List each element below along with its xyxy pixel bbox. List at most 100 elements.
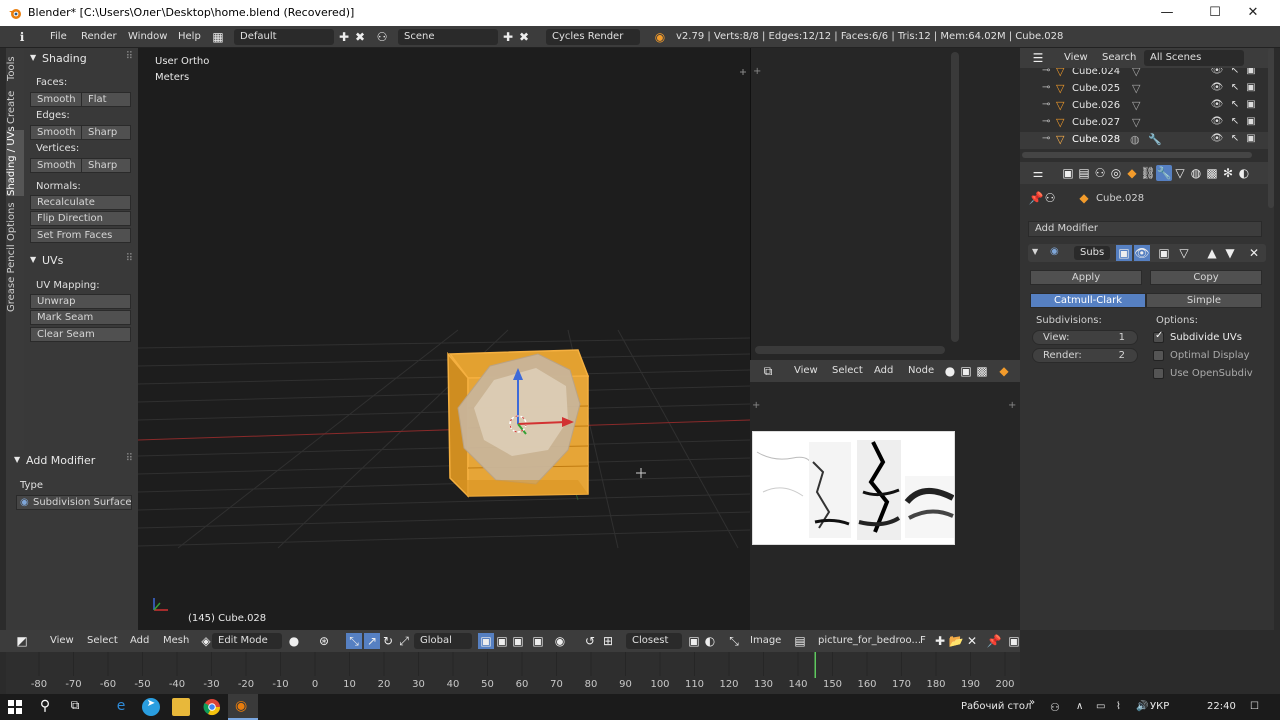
render-levels-field[interactable]: Render: 2 [1032,348,1138,363]
proportional-edit-icon[interactable]: ◉ [552,633,568,649]
info-editor-icon[interactable]: ℹ [14,29,30,45]
outliner-row[interactable]: ⊸ ▽ Cube.024 ▽ 👁 ↖ ▣ [1020,68,1274,81]
drag-handle-icon[interactable]: ⠿ [126,51,133,62]
texture-tab-icon[interactable]: ▩ [1204,165,1220,181]
horizontal-scrollbar[interactable] [755,346,945,354]
clear-seam-button[interactable]: Clear Seam [30,327,131,342]
render-camera-icon[interactable]: ▣ [1244,116,1258,127]
tab-create[interactable]: Create [6,88,24,126]
image-menu[interactable]: Image [750,635,781,646]
faces-smooth-button[interactable]: Smooth [30,92,82,107]
scene-icon[interactable]: ⚇ [374,29,390,45]
snap-element-icon[interactable]: ⊞ [600,633,616,649]
open-image-icon[interactable]: 📂 [948,633,964,649]
apply-button[interactable]: Apply [1030,270,1142,285]
battery-icon[interactable]: ▭ [1096,701,1105,712]
people-icon[interactable]: ⚇ [1050,701,1060,714]
show-editmode-icon[interactable]: ▣ [1156,245,1172,261]
start-windows-icon[interactable] [6,698,24,716]
recalculate-button[interactable]: Recalculate [30,195,131,210]
manipulator-toggle-icon[interactable]: ⤡ [346,633,362,649]
image-name-field[interactable]: picture_for_bedroo... [812,633,922,649]
move-down-icon[interactable]: ▼ [1222,245,1238,261]
desktop-toolbar-label[interactable]: Рабочий стол [961,701,1031,712]
limit-selection-icon[interactable]: ▣ [530,633,546,649]
render-layers-tab-icon[interactable]: ▤ [1076,165,1092,181]
visibility-eye-icon[interactable]: 👁 [1210,116,1224,127]
view-levels-field[interactable]: View: 1 [1032,330,1138,345]
render-camera-icon[interactable]: ▣ [1244,99,1258,110]
remove-scene-icon[interactable]: ✖ [516,29,532,45]
selectability-arrow-icon[interactable]: ↖ [1228,82,1242,93]
drag-handle-icon[interactable]: ⠿ [126,253,133,264]
selectability-arrow-icon[interactable]: ↖ [1228,68,1242,76]
language-indicator[interactable]: УКР [1150,701,1169,712]
mesh-menu[interactable]: Mesh [163,635,189,646]
selectability-arrow-icon[interactable]: ↖ [1228,99,1242,110]
outliner-type-icon[interactable]: ☰ [1030,50,1046,66]
menu-help[interactable]: Help [178,31,201,42]
face-select-icon[interactable]: ▣ [510,633,526,649]
layout-grid-icon[interactable]: ▦ [210,29,226,45]
area-corner-icon[interactable]: ⤡ [726,633,742,649]
select-menu[interactable]: Select [87,635,118,646]
add-layout-icon[interactable]: ✚ [336,29,352,45]
modifier-name-field[interactable]: Subs [1074,246,1110,260]
render-engine-selector[interactable]: Cycles Render [546,29,640,45]
node-editor-type-icon[interactable]: ⧉ [760,363,776,379]
subdivide-uvs-checkbox[interactable]: ✓ [1153,330,1164,343]
shading-panel-header[interactable]: ▼ Shading ⠿ [24,50,138,68]
outliner-row[interactable]: ⊸ ▽ Cube.027 ▽ 👁 ↖ ▣ [1020,115,1274,132]
faces-flat-button[interactable]: Flat [81,92,131,107]
edge-select-icon[interactable]: ▣ [494,633,510,649]
layout-selector[interactable]: Default [234,29,334,45]
use-opensubdiv-checkbox[interactable] [1153,368,1164,379]
remove-layout-icon[interactable]: ✖ [352,29,368,45]
unwrap-button[interactable]: Unwrap [30,294,131,309]
viewport-shading-icon[interactable]: ● [286,633,302,649]
collapse-triangle-icon[interactable]: ▼ [1032,247,1038,256]
uvs-panel-header[interactable]: ▼ UVs ⠿ [24,252,138,270]
render-camera-icon[interactable]: ▣ [1244,82,1258,93]
edge-browser-icon[interactable]: e [112,698,130,716]
modifiers-tab-icon[interactable]: 🔧 [1156,165,1172,181]
world-tab-icon[interactable]: ◎ [1108,165,1124,181]
blender-task-button[interactable]: ◉ [228,694,258,720]
material-tab-icon[interactable]: ◍ [1188,165,1204,181]
remove-modifier-icon[interactable]: ✕ [1246,245,1262,261]
node-menu-select[interactable]: Select [832,365,863,376]
visibility-eye-icon[interactable]: 👁 [1210,99,1224,110]
mode-selector[interactable]: Edit Mode [212,633,282,649]
node-menu-node[interactable]: Node [908,365,934,376]
tab-grease-pencil[interactable]: Grease Pencil [6,244,24,312]
image-editor-area[interactable]: + [750,48,1020,360]
pivot-point-icon[interactable]: ⊛ [316,633,332,649]
volume-icon[interactable]: 🔊 [1136,701,1148,712]
image-display-icon[interactable]: ▣ [1006,633,1022,649]
search-icon[interactable]: ⚲ [36,698,54,716]
scene-selector[interactable]: Scene [398,29,498,45]
mark-seam-button[interactable]: Mark Seam [30,310,131,325]
add-scene-icon[interactable]: ✚ [500,29,516,45]
show-on-cage-icon[interactable]: ▽ [1176,245,1192,261]
visibility-eye-icon[interactable]: 👁 [1210,68,1224,76]
toolbar-expand-icon[interactable]: » [1029,697,1035,708]
selectability-arrow-icon[interactable]: ↖ [1228,133,1242,144]
texture-nodes-icon[interactable]: ▩ [974,363,990,379]
node-menu-view[interactable]: View [794,365,818,376]
view-menu[interactable]: View [50,635,74,646]
clock[interactable]: 22:40 [1207,701,1236,712]
outliner-horizontal-scrollbar[interactable] [1022,152,1252,158]
show-viewport-icon[interactable]: 👁 [1134,245,1150,261]
operator-type-selector[interactable]: ◉ Subdivision Surface [16,495,132,510]
minimize-button[interactable]: — [1144,0,1190,26]
pin-image-icon[interactable]: 📌 [986,633,1002,649]
simple-toggle[interactable]: Simple [1146,293,1262,308]
physics-tab-icon[interactable]: ◐ [1236,165,1252,181]
vertex-select-icon[interactable]: ▣ [478,633,494,649]
compositor-nodes-icon[interactable]: ▣ [958,363,974,379]
constraints-tab-icon[interactable]: ⛓ [1140,165,1156,181]
notifications-icon[interactable]: ☐ [1250,701,1259,712]
chrome-icon[interactable] [203,698,221,716]
visibility-eye-icon[interactable]: 👁 [1210,82,1224,93]
